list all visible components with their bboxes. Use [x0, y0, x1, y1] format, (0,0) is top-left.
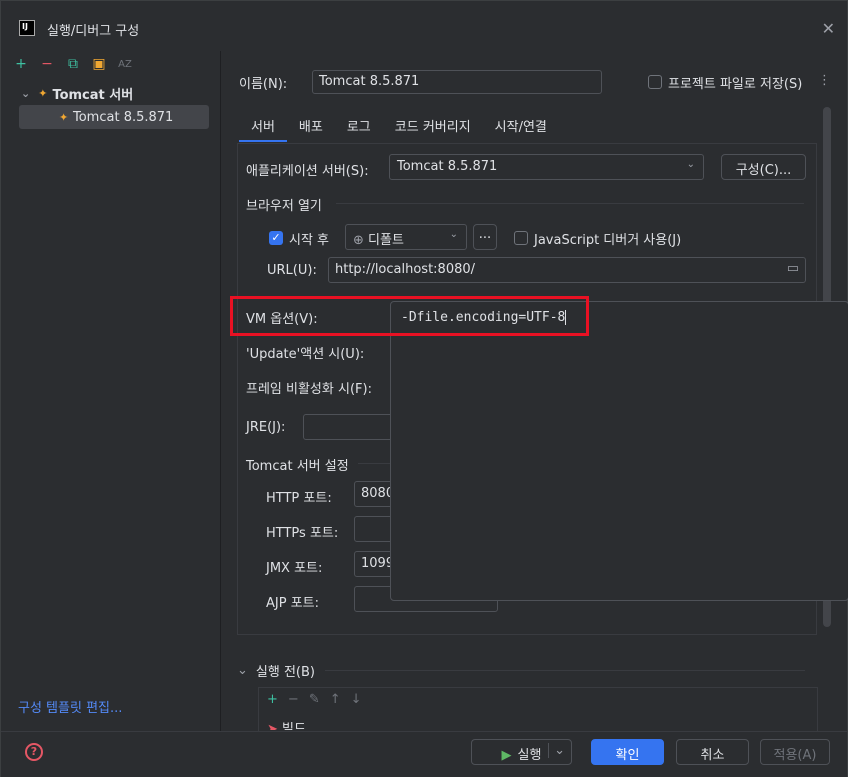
https-port-label: HTTPs 포트: — [266, 526, 339, 541]
more-options-icon[interactable]: ⋮ — [818, 73, 831, 88]
config-tabs: 서버 배포 로그 코드 커버리지 시작/연결 — [239, 106, 559, 142]
run-label: 실행 — [517, 748, 542, 763]
tree-toolbar: + − ⧉ ▣ AZ — [13, 55, 133, 73]
move-up-icon[interactable]: ↑ — [330, 692, 341, 707]
folder-open-icon[interactable]: ▭ — [787, 261, 799, 276]
move-down-icon[interactable]: ↓ — [351, 692, 362, 707]
title-bar: IJ 실행/디버그 구성 ✕ — [1, 1, 847, 51]
tomcat-icon: ✦ — [59, 110, 69, 124]
tab-deployment[interactable]: 배포 — [287, 106, 335, 142]
after-launch-checkbox[interactable]: ✓ — [269, 231, 283, 245]
folder-icon[interactable]: ▣ — [91, 56, 107, 72]
on-update-label: 'Update'액션 시(U): — [246, 347, 365, 362]
config-tree: ⌄ ✦ Tomcat 서버 ✦ Tomcat 8.5.871 — [1, 81, 221, 129]
remove-icon[interactable]: − — [39, 56, 55, 72]
before-launch-label: 실행 전(B) — [255, 665, 315, 680]
globe-icon: ⊕ — [353, 233, 364, 248]
tree-item-label: Tomcat 서버 — [52, 87, 134, 103]
jre-label: JRE(J): — [246, 420, 286, 435]
chevron-down-icon: ⌄ — [686, 159, 695, 170]
tomcat-icon: ✦ — [38, 86, 48, 100]
open-browser-section: 브라우저 열기 — [246, 199, 322, 214]
cancel-button[interactable]: 취소 — [676, 739, 749, 765]
configure-button[interactable]: 구성(C)... — [721, 154, 806, 180]
browser-select[interactable]: ⊕ 디폴트 ⌄ — [345, 224, 467, 250]
app-server-label: 애플리케이션 서버(S): — [246, 164, 369, 179]
help-icon[interactable]: ? — [25, 743, 43, 761]
tab-logs[interactable]: 로그 — [335, 106, 383, 142]
tree-item-tomcat-config[interactable]: ✦ Tomcat 8.5.871 — [19, 105, 209, 129]
vm-options-expanded-editor[interactable]: -Dfile.encoding=UTF-8 — [390, 301, 848, 601]
chevron-down-icon: ⌄ — [449, 229, 458, 240]
remove-icon[interactable]: − — [288, 692, 299, 707]
copy-icon[interactable]: ⧉ — [65, 56, 81, 72]
add-icon[interactable]: + — [13, 56, 29, 72]
chevron-down-icon[interactable]: ⌄ — [21, 87, 30, 100]
run-button[interactable]: ▶ 실행 ⌄ — [471, 739, 572, 765]
store-as-project-file-checkbox[interactable] — [648, 75, 662, 89]
intellij-logo-icon: IJ — [19, 20, 35, 36]
store-as-project-file-label: 프로젝트 파일로 저장(S) — [668, 77, 803, 92]
config-tree-panel: + − ⧉ ▣ AZ ⌄ ✦ Tomcat 서버 ✦ Tomcat 8.5.87… — [1, 51, 221, 731]
edit-templates-link[interactable]: 구성 템플릿 편집... — [18, 697, 122, 716]
http-port-label: HTTP 포트: — [266, 491, 332, 506]
browser-options-button[interactable]: ... — [473, 224, 497, 250]
jre-field[interactable] — [303, 414, 403, 440]
apply-button[interactable]: 적용(A) — [760, 739, 830, 765]
app-server-select[interactable]: Tomcat 8.5.871 ⌄ — [389, 154, 704, 180]
after-launch-label: 시작 후 — [289, 233, 330, 248]
tomcat-settings-section: Tomcat 서버 설정 — [246, 459, 349, 474]
before-launch-toolbar: + − ✎ ↑ ↓ — [267, 692, 362, 707]
before-launch-list: + − ✎ ↑ ↓ ➤ 빌드 — [258, 687, 818, 732]
on-frame-deactivation-label: 프레임 비활성화 시(F): — [246, 382, 372, 397]
list-item-label: 빌드 — [282, 722, 306, 730]
tree-item-label: Tomcat 8.5.871 — [73, 109, 174, 125]
url-value: http://localhost:8080/ — [335, 262, 476, 277]
browser-value: 디폴트 — [368, 233, 404, 248]
tab-code-coverage[interactable]: 코드 커버리지 — [383, 106, 483, 142]
before-launch-header[interactable]: ⌄ 실행 전(B) — [237, 661, 805, 680]
jmx-port-label: JMX 포트: — [266, 561, 323, 576]
js-debugger-label: JavaScript 디버거 사용(J) — [534, 233, 682, 248]
build-icon: ➤ — [267, 722, 278, 730]
ajp-port-label: AJP 포트: — [266, 596, 319, 611]
add-icon[interactable]: + — [267, 692, 278, 707]
edit-icon[interactable]: ✎ — [309, 692, 320, 707]
chevron-down-icon[interactable]: ⌄ — [548, 743, 565, 758]
name-field[interactable]: Tomcat 8.5.871 — [312, 70, 602, 94]
tree-item-tomcat-server[interactable]: ⌄ ✦ Tomcat 서버 — [1, 81, 221, 105]
app-server-value: Tomcat 8.5.871 — [397, 159, 498, 174]
run-debug-config-dialog: IJ 실행/디버그 구성 ✕ + − ⧉ ▣ AZ ⌄ ✦ Tomcat 서버 … — [0, 0, 848, 777]
url-label: URL(U): — [267, 263, 317, 278]
section-divider — [324, 670, 805, 671]
close-icon[interactable]: ✕ — [822, 19, 835, 38]
sort-icon[interactable]: AZ — [117, 59, 133, 70]
highlight-annotation-box — [230, 296, 589, 336]
tab-server[interactable]: 서버 — [239, 106, 287, 142]
name-label: 이름(N): — [239, 77, 288, 92]
dialog-title: 실행/디버그 구성 — [47, 24, 140, 39]
url-field[interactable]: http://localhost:8080/ ▭ — [328, 257, 806, 283]
list-item[interactable]: ➤ 빌드 — [267, 718, 306, 730]
section-divider — [336, 203, 804, 204]
tab-startup-connection[interactable]: 시작/연결 — [483, 106, 559, 142]
play-icon: ▶ — [501, 748, 512, 763]
dialog-footer: ? ▶ 실행 ⌄ 확인 취소 적용(A) — [1, 731, 847, 777]
js-debugger-checkbox[interactable] — [514, 231, 528, 245]
ok-button[interactable]: 확인 — [591, 739, 664, 765]
chevron-down-icon[interactable]: ⌄ — [237, 663, 248, 678]
